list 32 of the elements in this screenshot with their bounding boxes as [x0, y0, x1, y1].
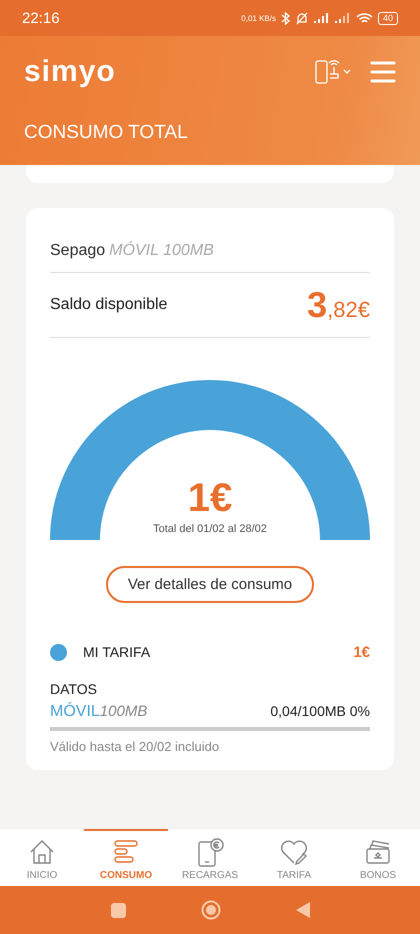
tariff-name: MI TARIFA	[83, 644, 150, 660]
home-icon[interactable]	[200, 900, 220, 920]
network-speed: 0,01 KB/s	[241, 14, 276, 22]
validity-text: Válido hasta el 20/02 incluido	[50, 739, 220, 754]
battery-icon: 40	[378, 12, 398, 24]
clock: 22:16	[22, 10, 60, 26]
page-title: CONSUMO TOTAL	[23, 122, 189, 144]
total-amount: 1€	[188, 476, 232, 521]
bluetooth-icon	[280, 12, 290, 24]
wifi-icon	[356, 12, 373, 24]
bell-muted-icon	[294, 12, 309, 24]
signal-icon	[314, 12, 330, 24]
details-button[interactable]: Ver detalles de consumo	[106, 566, 314, 603]
data-plan: 100MB	[100, 703, 148, 720]
ghost-detail: MÓVIL 100MB	[109, 242, 214, 260]
nav-tab[interactable]: BONOS	[336, 829, 420, 886]
recents-icon[interactable]	[110, 902, 126, 918]
signal-icon	[334, 12, 351, 24]
ghost-label: Sepago	[50, 242, 106, 260]
balance-label: Saldo disponible	[50, 296, 168, 314]
data-heading: DATOS	[50, 681, 98, 697]
nav-tab[interactable]: TARIFA	[252, 829, 336, 886]
logo: simyo	[24, 55, 116, 89]
data-usage: 0,04/100MB 0%	[270, 703, 370, 719]
back-icon[interactable]	[296, 902, 310, 918]
menu-icon[interactable]	[370, 59, 396, 85]
nav-tab[interactable]: INICIO	[0, 829, 84, 886]
data-type: MÓVIL	[50, 703, 100, 721]
tariff-amount: 1€	[353, 644, 370, 660]
period-label: Total del 01/02 al 28/02	[153, 523, 267, 535]
balance-amount: 3,82€	[307, 284, 370, 326]
nav-tab[interactable]: RECARGAS	[168, 829, 252, 886]
